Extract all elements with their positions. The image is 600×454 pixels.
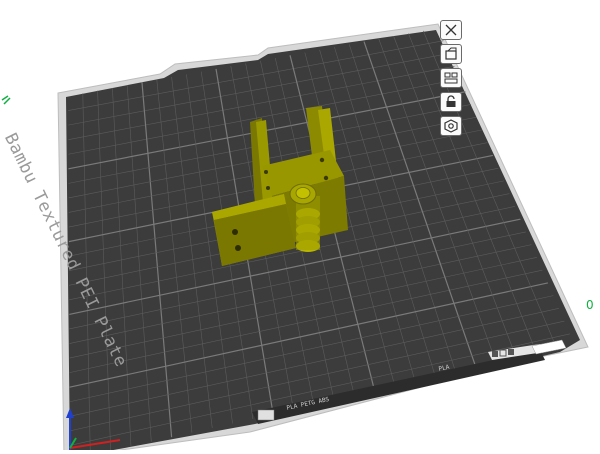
axis-right-label: 0 [586,298,594,312]
settings-button[interactable] [440,116,462,136]
arrange-button[interactable] [440,68,462,88]
lock-button[interactable] [440,92,462,112]
lock-icon [446,95,456,107]
plate-tab-icon[interactable] [257,409,275,421]
gear-icon [444,119,458,133]
orient-button[interactable] [440,44,462,64]
close-icon [445,24,457,36]
close-plate-button[interactable] [440,20,462,40]
trash-icon[interactable] [492,351,498,357]
orient-icon [445,47,457,60]
3d-viewport[interactable]: Bambu Textured PEI Plate PLA PETG ABS PL… [0,0,600,454]
plate-toolbar [440,20,464,140]
axis-left-marker [1,95,11,105]
layer-icon[interactable] [508,349,514,355]
build-plate-scene [1,23,589,454]
arrange-icon [444,72,458,84]
